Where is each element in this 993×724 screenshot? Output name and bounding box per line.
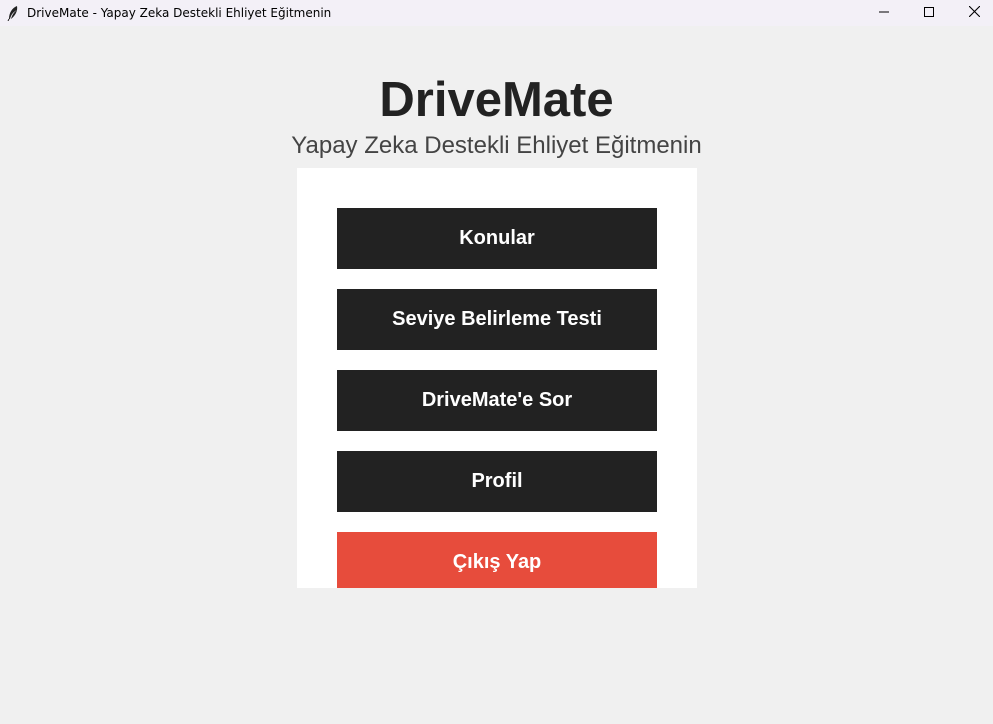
placement-test-button[interactable]: Seviye Belirleme Testi <box>337 289 657 350</box>
window-title: DriveMate - Yapay Zeka Destekli Ehliyet … <box>27 6 332 20</box>
menu-panel: Konular Seviye Belirleme Testi DriveMate… <box>297 168 697 588</box>
maximize-button[interactable] <box>906 0 952 26</box>
ask-drivemate-button[interactable]: DriveMate'e Sor <box>337 370 657 431</box>
close-icon <box>968 4 980 22</box>
topics-button[interactable]: Konular <box>337 208 657 269</box>
feather-icon <box>6 5 20 22</box>
logout-button[interactable]: Çıkış Yap <box>337 532 657 588</box>
profile-button[interactable]: Profil <box>337 451 657 512</box>
window-titlebar: DriveMate - Yapay Zeka Destekli Ehliyet … <box>0 0 993 26</box>
minimize-button[interactable] <box>861 0 907 26</box>
app-title: DriveMate <box>379 73 614 127</box>
app-subtitle: Yapay Zeka Destekli Ehliyet Eğitmenin <box>291 132 702 159</box>
minimize-icon <box>879 4 889 22</box>
close-button[interactable] <box>951 0 993 26</box>
maximize-icon <box>924 4 934 22</box>
